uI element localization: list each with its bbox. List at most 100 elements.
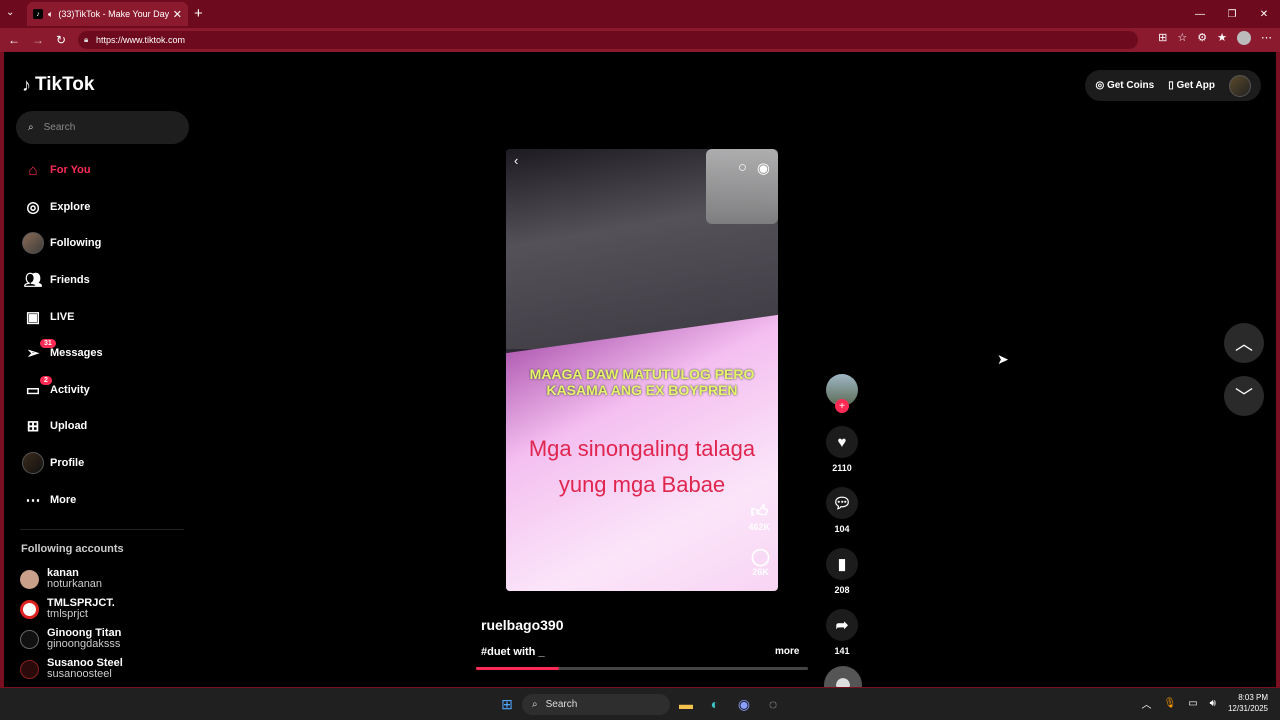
edge-icon[interactable]: ◐ (705, 694, 725, 714)
tab-actions-chevron-icon[interactable]: ⌄ (6, 7, 14, 18)
following-accounts-title: Following accounts (21, 543, 124, 555)
search-input[interactable]: ⌕ Search (16, 111, 189, 144)
app-available-icon[interactable]: ⊞ (1158, 31, 1167, 45)
compass-icon: ◎ (26, 198, 40, 216)
following-account[interactable]: TMLSPRJCT. tmlsprjct (20, 594, 190, 624)
account-avatar (20, 569, 39, 589)
heart-icon: ♥ (826, 426, 858, 458)
video-caption-top: MAAGA DAW MATUTULOG PERO KASAMA ANG EX B… (529, 366, 755, 398)
following-account[interactable]: kanan noturkanan (20, 564, 190, 594)
video-username[interactable]: ruelbago390 (481, 617, 563, 633)
sidebar-item-label: Profile (50, 457, 85, 470)
get-coins-button[interactable]: ◎ Get Coins (1095, 80, 1154, 91)
sidebar-item-following[interactable]: Following (16, 225, 191, 262)
inner-comment-count: 26K (752, 567, 769, 577)
video-progress-bar[interactable] (476, 667, 808, 670)
coin-icon: ◎ (1095, 80, 1105, 91)
close-tab-icon[interactable]: ✕ (173, 8, 182, 21)
live-icon: ▣ (25, 308, 41, 326)
share-button[interactable]: ➦ 141 (824, 609, 860, 656)
window-close-icon[interactable]: ✕ (1248, 0, 1280, 28)
tab-title: (33)TikTok - Make Your Day (58, 9, 170, 19)
follow-plus-icon[interactable]: + (835, 399, 849, 413)
get-app-button[interactable]: ▯ Get App (1168, 80, 1215, 91)
sidebar-item-explore[interactable]: ◎ Explore (16, 189, 191, 226)
account-username: susanoosteel (47, 668, 112, 680)
save-button[interactable]: ▮ 208 (824, 548, 860, 595)
extensions-icon[interactable]: ⚙ (1197, 31, 1207, 45)
speaker-icon[interactable]: 🔈︎ (48, 9, 53, 20)
messages-badge: 31 (40, 338, 56, 348)
volume-icon[interactable]: 🔊︎ (1210, 698, 1216, 709)
tray-chevron-icon[interactable]: ︿ (1141, 696, 1151, 711)
sidebar-item-for-you[interactable]: ⌂ For You (16, 152, 191, 189)
network-icon[interactable]: ▭ (1188, 698, 1197, 709)
logo-text: TikTok (35, 74, 95, 95)
video-caption-main: Mga sinongaling talaga yung mga Babae (528, 436, 756, 497)
taskbar-apps: ▬ ◐ ◉ ◌ (676, 694, 783, 714)
inner-comment: ◯ 26K (751, 547, 770, 577)
video-description: #duet with _ (481, 646, 545, 658)
sidebar-item-messages[interactable]: ➢ 31 Messages (16, 335, 191, 372)
maximize-icon[interactable]: ❐ (1216, 0, 1248, 28)
following-account[interactable]: Ginoong Titan ginoongdaksss (20, 624, 190, 654)
forward-icon[interactable]: → (32, 33, 44, 47)
back-icon[interactable]: ← (8, 33, 20, 47)
lock-icon[interactable]: 🔒︎ (84, 35, 88, 45)
taskbar-search[interactable]: ⌕ Search (522, 694, 670, 715)
sidebar-item-friends[interactable]: 👥︎ Friends (16, 262, 191, 299)
browser-titlebar: ⌄ ♪ 🔈︎ (33)TikTok - Make Your Day ✕ + — … (0, 0, 1280, 28)
windows-taskbar: ⊞ ⌕ Search ▬ ◐ ◉ ◌ ︿ 🎙︎ ▭ 🔊︎ 8:03 PM 12/… (0, 688, 1280, 720)
profile-avatar (22, 452, 44, 475)
url-text: https://www.tiktok.com (96, 35, 186, 45)
video-actions: + ♥ 2110 💬︎ 104 ▮ 208 ➦ 141 (824, 374, 862, 687)
favorites-icon[interactable]: ★ (1217, 31, 1227, 45)
file-explorer-icon[interactable]: ▬ (676, 694, 696, 714)
windows-start-icon[interactable]: ⊞ (497, 694, 517, 714)
discord-icon[interactable]: ◉ (734, 694, 754, 714)
like-button[interactable]: ♥ 2110 (824, 426, 860, 473)
next-video-button[interactable]: ﹀ (1224, 376, 1264, 416)
sidebar-item-label: For You (50, 164, 91, 177)
user-avatar[interactable] (1229, 74, 1251, 97)
get-coins-label: Get Coins (1106, 80, 1155, 91)
sidebar-item-profile[interactable]: Profile (16, 445, 191, 482)
video-player[interactable]: ‹ ○ ◉ MAAGA DAW MATUTULOG PERO KASAMA AN… (506, 149, 778, 591)
profile-avatar[interactable] (1237, 31, 1251, 45)
minimize-icon[interactable]: — (1184, 0, 1216, 28)
url-field[interactable]: 🔒︎ https://www.tiktok.com (78, 31, 1138, 49)
microphone-icon[interactable]: 🎙︎ (1163, 698, 1176, 709)
system-tray: ︿ 🎙︎ ▭ 🔊︎ 8:03 PM 12/31/2025 (1141, 692, 1268, 714)
clock[interactable]: 8:03 PM 12/31/2025 (1228, 692, 1268, 714)
sidebar-menu: ⌂ For You ◎ Explore Following 👥︎ Friends… (16, 152, 191, 518)
music-disc-icon[interactable] (824, 666, 862, 687)
more-button[interactable]: more (775, 646, 799, 657)
following-avatar (22, 232, 44, 255)
inner-comment-icon: ◯ (750, 547, 770, 566)
clock-date: 12/31/2025 (1227, 704, 1268, 713)
favorite-star-icon[interactable]: ☆ (1177, 31, 1187, 45)
sidebar-item-upload[interactable]: ⊞ Upload (16, 408, 191, 445)
sidebar-item-live[interactable]: ▣ LIVE (16, 298, 191, 335)
creator-avatar[interactable]: + (826, 374, 858, 413)
sidebar-item-more[interactable]: ⋯ More (16, 481, 191, 518)
following-accounts-list: kanan noturkanan TMLSPRJCT. tmlsprjct Gino… (20, 564, 190, 684)
video-profile-icon: ◉ (756, 160, 770, 177)
get-app-label: Get App (1176, 80, 1215, 91)
tiktok-favicon-icon: ♪ (33, 9, 43, 19)
following-account[interactable]: Susanoo Steel susanoosteel (20, 654, 190, 684)
tiktok-logo[interactable]: ♪ TikTok (22, 74, 94, 96)
new-tab-icon[interactable]: + (194, 5, 203, 22)
browser-tab-tiktok[interactable]: ♪ 🔈︎ (33)TikTok - Make Your Day ✕ (27, 2, 188, 26)
comment-button[interactable]: 💬︎ 104 (824, 487, 860, 534)
clock-time: 8:03 PM (1238, 693, 1268, 702)
sidebar-item-activity[interactable]: ▭ 2 Activity (16, 372, 191, 409)
taskbar-start: ⊞ (497, 694, 517, 714)
toolbar-icons: ⊞ ☆ ⚙ ★ ⋯ (1158, 31, 1272, 45)
previous-video-button[interactable]: ︿ (1224, 323, 1264, 363)
settings-more-icon[interactable]: ⋯ (1261, 31, 1272, 45)
refresh-icon[interactable]: ↻ (56, 33, 66, 47)
friends-icon: 👥︎ (23, 272, 43, 290)
sidebar-item-label: More (50, 493, 77, 506)
app-icon[interactable]: ◌ (763, 694, 783, 714)
